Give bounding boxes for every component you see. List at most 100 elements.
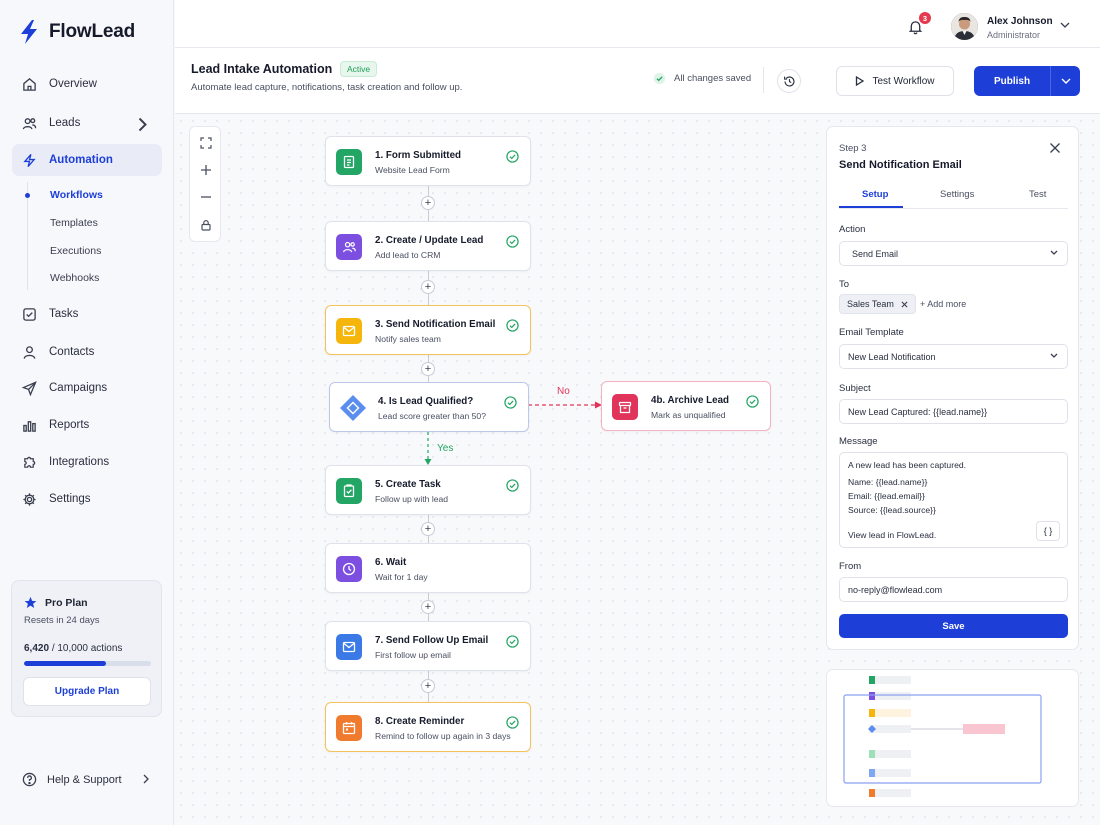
logo[interactable]: FlowLead <box>18 19 135 45</box>
from-input[interactable]: no-reply@flowlead.com <box>839 577 1068 602</box>
node-title: 5. Create Task <box>375 479 441 490</box>
sidebar-item-label: Contacts <box>49 346 95 358</box>
tab-setup[interactable]: Setup <box>862 189 888 200</box>
submenu-line <box>27 182 28 290</box>
insert-variable-button[interactable]: { } <box>1036 521 1060 541</box>
close-icon[interactable] <box>1049 142 1061 154</box>
node-subtitle: Lead score greater than 50? <box>378 411 486 421</box>
user-name: Alex Johnson <box>987 16 1053 27</box>
active-dot <box>25 193 30 198</box>
add-step-button[interactable]: + <box>421 600 435 614</box>
minus-icon <box>201 196 211 198</box>
workflow-node-condition[interactable]: 4. Is Lead Qualified? Lead score greater… <box>329 382 529 432</box>
node-title: 4b. Archive Lead <box>651 395 730 406</box>
no-label: No <box>557 386 570 397</box>
sub-item-templates[interactable]: Templates <box>50 217 98 229</box>
add-step-button[interactable]: + <box>421 280 435 294</box>
check-circle-icon <box>506 235 519 248</box>
add-more-link[interactable]: + Add more <box>920 299 966 309</box>
zoom-out-button[interactable] <box>198 189 214 205</box>
check-circle-icon <box>506 635 519 648</box>
template-select[interactable]: New Lead Notification <box>839 344 1068 369</box>
from-label: From <box>839 561 862 572</box>
workflow-node-send-notification[interactable]: 3. Send Notification Email Notify sales … <box>325 305 531 355</box>
add-step-button[interactable]: + <box>421 196 435 210</box>
message-label: Message <box>839 436 878 447</box>
node-title: 7. Send Follow Up Email <box>375 635 489 646</box>
history-button[interactable] <box>777 69 801 93</box>
subject-value: New Lead Captured: {{lead.name}} <box>848 406 988 417</box>
sidebar-item-label: Settings <box>49 493 91 505</box>
sub-item-webhooks[interactable]: Webhooks <box>50 272 99 284</box>
workflow-node-archive-lead[interactable]: 4b. Archive Lead Mark as unqualified <box>601 381 771 431</box>
minimap[interactable] <box>826 669 1079 807</box>
bar-chart-icon <box>23 420 36 432</box>
sidebar-item-label: Tasks <box>49 308 79 320</box>
test-workflow-label: Test Workflow <box>872 75 935 87</box>
workflow-node-create-task[interactable]: 5. Create Task Follow up with lead <box>325 465 531 515</box>
publish-label[interactable]: Publish <box>974 66 1050 96</box>
remove-chip-icon[interactable] <box>901 300 908 308</box>
canvas-tools <box>189 126 221 242</box>
upgrade-plan-button[interactable]: Upgrade Plan <box>23 677 151 706</box>
sidebar-item-integrations[interactable]: Integrations <box>12 446 162 478</box>
lock-button[interactable] <box>198 217 214 233</box>
workflow-node-create-reminder[interactable]: 8. Create Reminder Remind to follow up a… <box>325 702 531 752</box>
save-button[interactable]: Save <box>839 614 1068 638</box>
diamond-icon <box>338 393 368 423</box>
fit-view-button[interactable] <box>198 135 214 151</box>
action-select[interactable]: Send Email <box>839 241 1068 266</box>
sidebar-item-leads[interactable]: Leads <box>12 107 162 139</box>
node-title: 4. Is Lead Qualified? <box>378 396 474 407</box>
workflow-node-create-lead[interactable]: 2. Create / Update Lead Add lead to CRM <box>325 221 531 271</box>
chevron-down-icon <box>1061 78 1070 84</box>
users-icon <box>336 234 362 260</box>
subject-input[interactable]: New Lead Captured: {{lead.name}} <box>839 399 1068 424</box>
workflow-title: Lead Intake Automation <box>191 62 333 76</box>
no-connector <box>528 401 602 409</box>
mail-icon <box>336 318 362 344</box>
plus-icon <box>201 165 211 175</box>
sidebar-item-reports[interactable]: Reports <box>12 409 162 441</box>
sidebar-item-contacts[interactable]: Contacts <box>12 336 162 368</box>
tab-settings[interactable]: Settings <box>940 189 974 200</box>
sidebar-item-automation[interactable]: Automation <box>12 144 162 176</box>
plan-total: / 10,000 actions <box>51 643 123 654</box>
message-line: View lead in FlowLead. <box>848 530 937 540</box>
sidebar-item-overview[interactable]: Overview <box>12 68 162 100</box>
test-workflow-button[interactable]: Test Workflow <box>836 66 954 96</box>
add-step-button[interactable]: + <box>421 679 435 693</box>
lightning-logo-icon <box>21 20 37 44</box>
sidebar-item-label: Overview <box>49 78 97 90</box>
help-support-link[interactable]: Help & Support <box>22 772 122 787</box>
zoom-in-button[interactable] <box>198 162 214 178</box>
sub-item-executions[interactable]: Executions <box>50 245 101 257</box>
check-circle-icon <box>506 319 519 332</box>
node-subtitle: Remind to follow up again in 3 days <box>375 731 511 741</box>
publish-button[interactable]: Publish <box>974 66 1080 96</box>
lock-icon <box>201 220 211 231</box>
tab-test[interactable]: Test <box>1029 189 1046 200</box>
notification-badge: 3 <box>919 12 931 24</box>
message-textarea[interactable]: A new lead has been captured. Name: {{le… <box>839 452 1068 548</box>
workflow-node-wait[interactable]: 6. Wait Wait for 1 day <box>325 543 531 593</box>
sidebar-item-campaigns[interactable]: Campaigns <box>12 372 162 404</box>
workflow-node-form-submitted[interactable]: 1. Form Submitted Website Lead Form <box>325 136 531 186</box>
avatar[interactable] <box>951 13 978 40</box>
sidebar-item-settings[interactable]: Settings <box>12 483 162 515</box>
help-label: Help & Support <box>47 773 122 786</box>
gear-icon <box>23 492 36 506</box>
add-step-button[interactable]: + <box>421 362 435 376</box>
chevron-right-icon <box>143 774 149 784</box>
publish-dropdown[interactable] <box>1050 66 1080 96</box>
panel-tabs: Setup Settings Test <box>839 187 1068 209</box>
expand-icon <box>200 137 212 149</box>
sidebar-item-tasks[interactable]: Tasks <box>12 298 162 330</box>
add-step-button[interactable]: + <box>421 522 435 536</box>
mail-icon <box>336 634 362 660</box>
workflow-header: Lead Intake Automation Active Automate l… <box>175 48 1100 114</box>
chevron-down-icon[interactable] <box>1060 22 1070 29</box>
workflow-node-follow-up-email[interactable]: 7. Send Follow Up Email First follow up … <box>325 621 531 671</box>
home-icon <box>23 77 36 91</box>
sub-item-workflows[interactable]: Workflows <box>50 189 103 201</box>
